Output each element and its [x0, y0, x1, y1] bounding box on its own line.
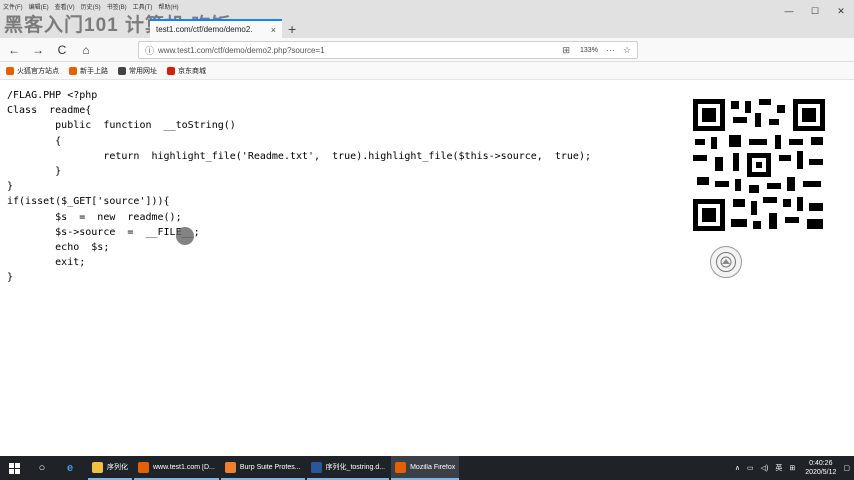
bookmarks-bar: 火狐官方站点 新手上路 常用网址 京东商城	[0, 62, 854, 80]
star-icon[interactable]: ☆	[623, 45, 631, 56]
page-content: /FLAG.PHP <?php Class readme{ public func…	[0, 80, 854, 456]
app-icon	[395, 461, 407, 473]
bookmark-label: 京东商城	[178, 67, 206, 75]
code-line: {	[7, 135, 62, 147]
navigation-bar: ← → C ⌂ ⓘ www.test1.com/ctf/demo/demo2.p…	[0, 38, 854, 62]
code-line: public function __toString()	[7, 120, 236, 132]
taskbar-app[interactable]: 序列化_tostring.d...	[306, 456, 390, 480]
zoom-level[interactable]: 133%	[580, 47, 598, 54]
windows-start-icon[interactable]	[0, 456, 28, 480]
code-line: }	[7, 165, 62, 177]
grid-icon[interactable]: ⊞	[789, 464, 795, 472]
app-icon	[224, 461, 236, 473]
reload-button[interactable]: C	[52, 40, 72, 60]
browser-tab[interactable]: test1.com/ctf/demo/demo2. ×	[150, 19, 282, 38]
grid-icon[interactable]: ⊞	[562, 45, 570, 56]
code-line: return highlight_file('Readme.txt', true…	[7, 150, 591, 162]
taskbar-app-label: 序列化_tostring.d...	[325, 464, 386, 471]
code-line: }	[7, 272, 14, 284]
app-icon	[92, 461, 103, 473]
code-line: if(isset($_GET['source'])){	[7, 196, 170, 208]
seal-graphic	[716, 252, 736, 272]
bookmark-label: 新手上路	[80, 67, 108, 75]
url-text[interactable]: www.test1.com/ctf/demo/demo2.php?source=…	[158, 46, 554, 55]
bookmark-item[interactable]: 京东商城	[167, 66, 206, 76]
minimize-button[interactable]: —	[776, 0, 802, 22]
volume-icon[interactable]: ◁)	[761, 464, 769, 472]
network-icon[interactable]: ▭	[747, 464, 754, 472]
back-button[interactable]: ←	[4, 40, 24, 60]
bookmark-favicon-icon	[118, 66, 126, 75]
edge-browser-icon[interactable]: e	[56, 456, 84, 480]
app-icon	[138, 461, 149, 473]
taskbar-app[interactable]: Burp Suite Profes...	[220, 456, 305, 480]
more-icon[interactable]: ⋯	[606, 45, 615, 56]
bookmark-item[interactable]: 常用网址	[118, 66, 157, 76]
title-bar: 文件(F) 编辑(E) 查看(V) 历史(S) 书签(B) 工具(T) 帮助(H) 黑客入门…	[0, 0, 854, 38]
taskbar-apps: 序列化 www.test1.com [D... Burp Suite Profes.…	[88, 456, 461, 480]
tab-title: test1.com/ctf/demo/demo2.	[156, 25, 253, 34]
clock-time: 0:40:26	[809, 460, 833, 467]
code-line: $s = new readme();	[7, 211, 182, 223]
code-line: /FLAG.PHP <?php	[7, 90, 98, 101]
bookmark-item[interactable]: 火狐官方站点	[6, 66, 59, 76]
taskbar-app-label: Mozilla Firefox	[410, 463, 456, 471]
code-line: echo $s;	[7, 241, 110, 253]
qr-code-graphic	[689, 95, 829, 235]
cursor-highlight	[176, 227, 194, 245]
app-icon	[310, 461, 322, 473]
close-window-button[interactable]: ✕	[828, 0, 854, 22]
address-bar[interactable]: ⓘ www.test1.com/ctf/demo/demo2.php?sourc…	[138, 41, 638, 59]
info-icon[interactable]: ⓘ	[145, 44, 154, 57]
taskbar-app-label: Burp Suite Profes...	[239, 463, 301, 471]
taskbar-app[interactable]: Mozilla Firefox	[391, 456, 460, 480]
forward-button[interactable]: →	[28, 40, 48, 60]
close-tab-icon[interactable]: ×	[271, 25, 276, 35]
taskbar-app-label: www.test1.com [D...	[153, 463, 215, 471]
bookmark-favicon-icon	[167, 66, 175, 75]
bookmark-label: 常用网址	[129, 67, 157, 75]
taskbar-app[interactable]: www.test1.com [D...	[134, 456, 219, 480]
window-controls: — ☐ ✕	[776, 0, 854, 22]
taskbar: ○ e 序列化 www.test1.com [D... Burp Suite Pro…	[0, 456, 854, 480]
ime-language[interactable]: 英	[775, 463, 782, 473]
chevron-up-icon[interactable]: ∧	[735, 464, 740, 472]
clock[interactable]: 0:40:26 2020/5/12	[805, 459, 836, 477]
search-circle-icon[interactable]: ○	[28, 456, 56, 480]
bookmark-item[interactable]: 新手上路	[69, 66, 108, 76]
system-tray: ∧ ▭ ◁) 英 ⊞ 0:40:26 2020/5/12 ▢	[728, 456, 850, 480]
source-code: /FLAG.PHP <?php Class readme{ public func…	[7, 88, 591, 285]
taskbar-app[interactable]: 序列化	[88, 456, 132, 480]
code-line: $s->source = __FILE__;	[7, 226, 200, 238]
new-tab-button[interactable]: +	[288, 21, 296, 37]
taskbar-app-label: 序列化	[107, 464, 128, 471]
qr-code	[689, 95, 829, 235]
home-button[interactable]: ⌂	[76, 40, 96, 60]
bookmark-favicon-icon	[69, 66, 77, 75]
code-line: Class readme{	[7, 105, 92, 117]
bookmark-favicon-icon	[6, 66, 14, 75]
code-line: exit;	[7, 257, 86, 269]
code-line: }	[7, 181, 14, 193]
notification-icon[interactable]: ▢	[843, 464, 850, 472]
seal-icon	[710, 246, 742, 278]
bookmark-label: 火狐官方站点	[17, 67, 59, 75]
maximize-button[interactable]: ☐	[802, 0, 828, 22]
clock-date: 2020/5/12	[805, 469, 837, 476]
